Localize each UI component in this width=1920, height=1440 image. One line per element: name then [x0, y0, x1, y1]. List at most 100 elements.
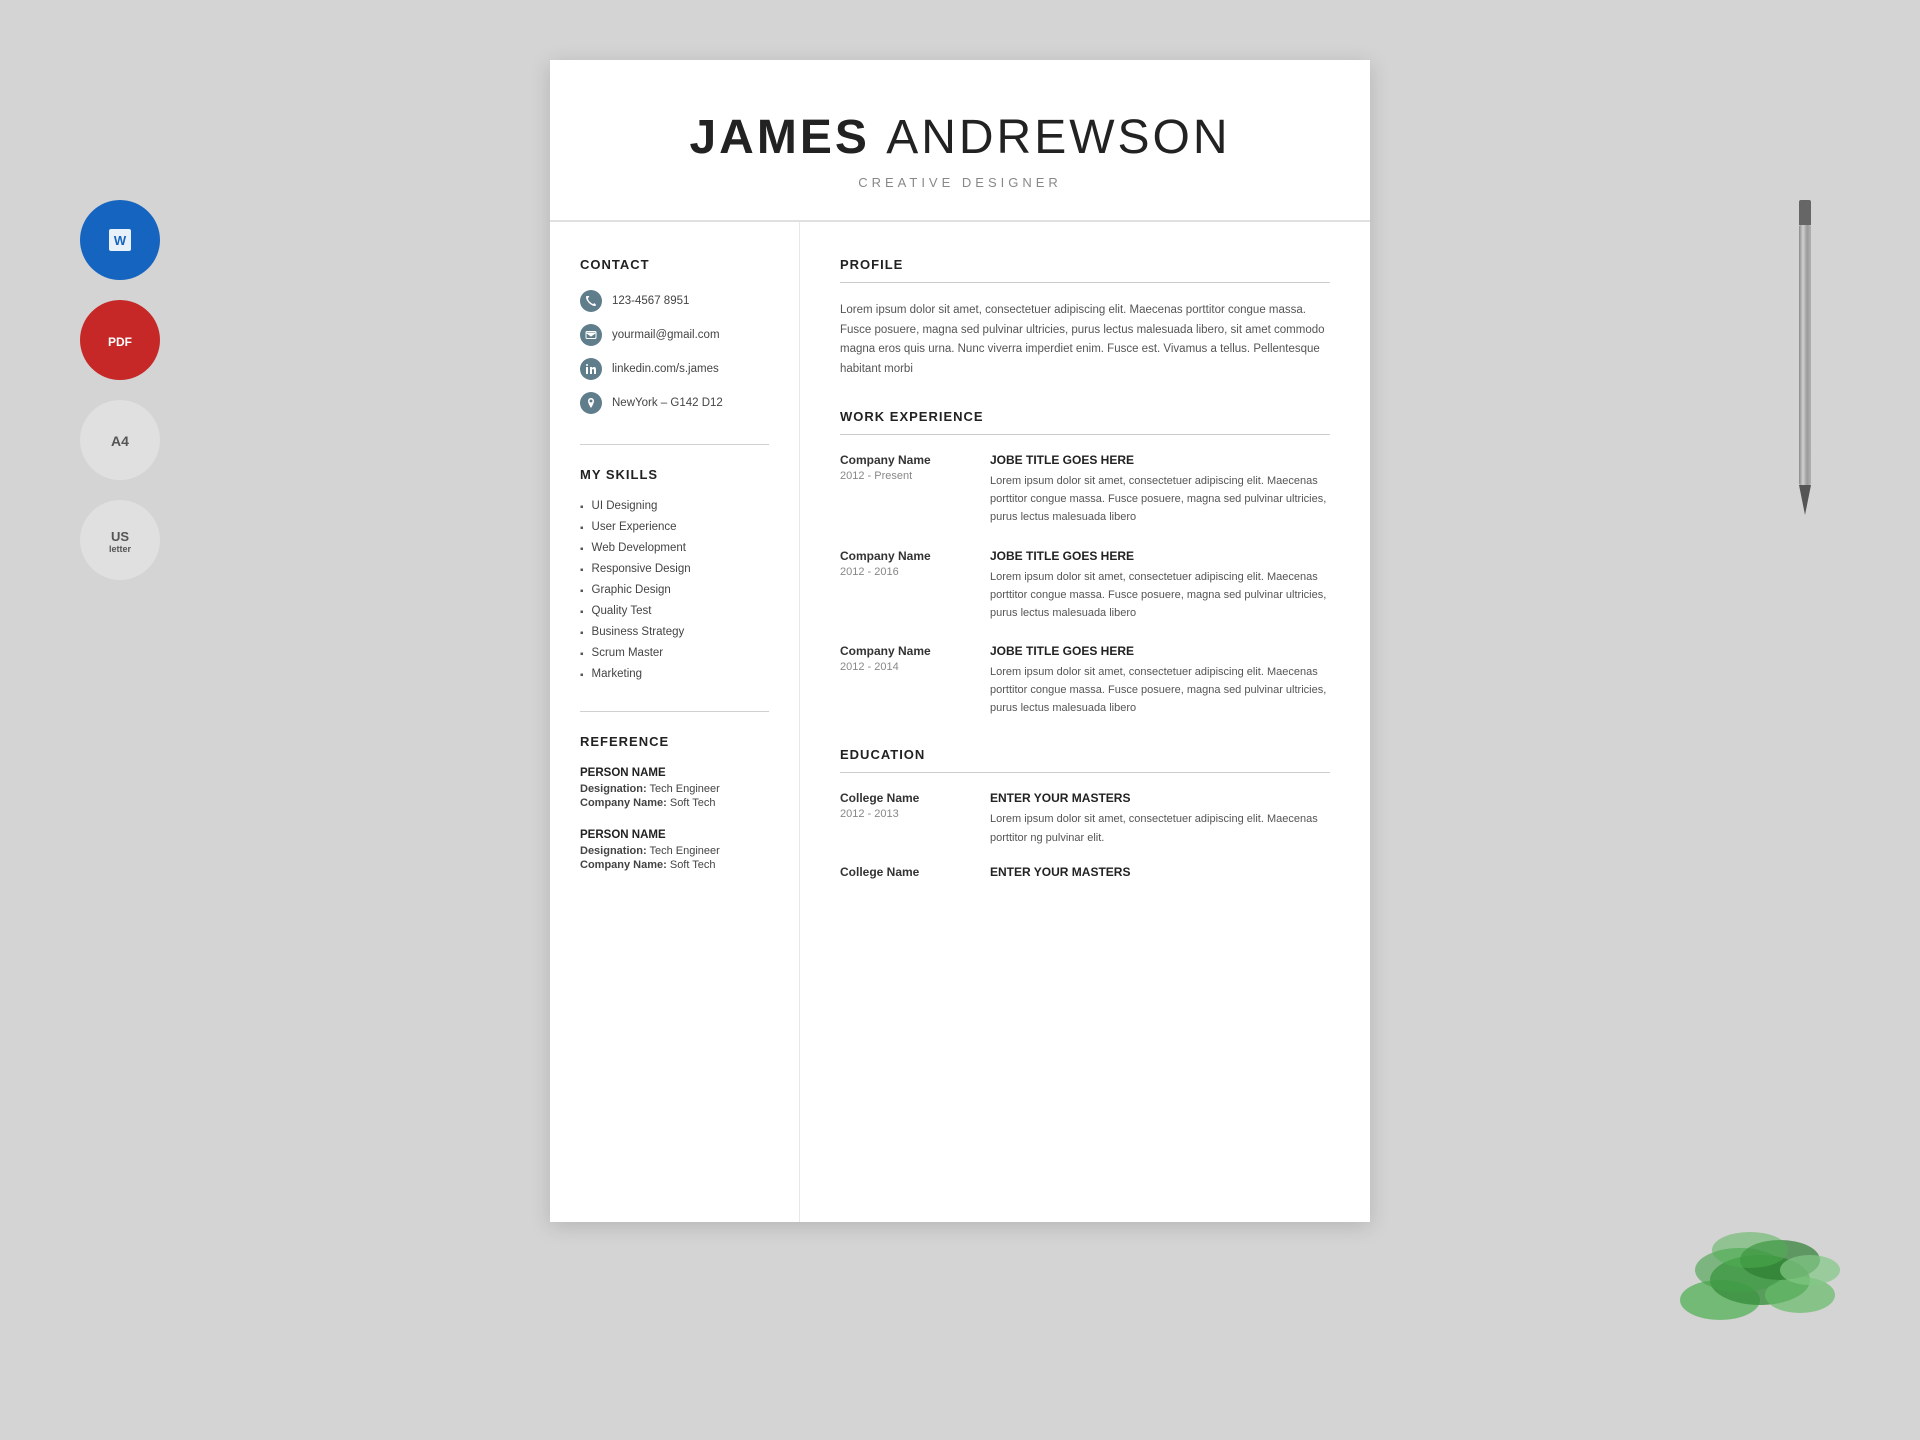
work-item-1: Company Name 2012 - 2016 JOBE TITLE GOES… — [840, 549, 1330, 622]
skill-item: Web Development — [580, 542, 769, 555]
work-item-0: Company Name 2012 - Present JOBE TITLE G… — [840, 453, 1330, 526]
resume-document: JAMES ANDREWSON CREATIVE DESIGNER CONTAC… — [550, 60, 1370, 1222]
svg-text:letter: letter — [109, 544, 132, 554]
work-item-2: Company Name 2012 - 2014 JOBE TITLE GOES… — [840, 644, 1330, 717]
divider-1 — [580, 444, 769, 445]
reference-item-1: PERSON NAME Designation: Tech Engineer C… — [580, 829, 769, 871]
edu-item-0: College Name 2012 - 2013 ENTER YOUR MAST… — [840, 791, 1330, 846]
edu-right-0: ENTER YOUR MASTERS Lorem ipsum dolor sit… — [990, 791, 1330, 846]
phone-text: 123-4567 8951 — [612, 295, 689, 307]
contact-section: CONTACT 123-4567 8951 — [580, 257, 769, 414]
work-date-0: 2012 - Present — [840, 470, 970, 482]
contact-title: CONTACT — [580, 257, 769, 272]
ref-company-1: Company Name: Soft Tech — [580, 859, 769, 871]
edu-degree-0: ENTER YOUR MASTERS — [990, 791, 1330, 805]
skill-item: Marketing — [580, 668, 769, 681]
email-item: yourmail@gmail.com — [580, 324, 769, 346]
skills-title: MY SKILLS — [580, 467, 769, 482]
skill-item: Scrum Master — [580, 647, 769, 660]
resume-header: JAMES ANDREWSON CREATIVE DESIGNER — [550, 60, 1370, 222]
phone-icon — [580, 290, 602, 312]
work-left-0: Company Name 2012 - Present — [840, 453, 970, 526]
edu-degree-1: ENTER YOUR MASTERS — [990, 865, 1330, 879]
skill-item: Graphic Design — [580, 584, 769, 597]
work-title-0: JOBE TITLE GOES HERE — [990, 453, 1330, 467]
skill-item: Business Strategy — [580, 626, 769, 639]
edu-left-0: College Name 2012 - 2013 — [840, 791, 970, 846]
first-name: JAMES — [689, 111, 869, 164]
profile-text: Lorem ipsum dolor sit amet, consectetuer… — [840, 301, 1330, 379]
profile-section: PROFILE Lorem ipsum dolor sit amet, cons… — [840, 257, 1330, 379]
reference-section: REFERENCE PERSON NAME Designation: Tech … — [580, 734, 769, 871]
work-list: Company Name 2012 - Present JOBE TITLE G… — [840, 453, 1330, 717]
work-title-2: JOBE TITLE GOES HERE — [990, 644, 1330, 658]
location-text: NewYork – G142 D12 — [612, 397, 723, 409]
divider-2 — [580, 711, 769, 712]
skill-item: Quality Test — [580, 605, 769, 618]
education-section: EDUCATION College Name 2012 - 2013 ENTER… — [840, 747, 1330, 883]
edu-desc-0: Lorem ipsum dolor sit amet, consectetuer… — [990, 810, 1330, 846]
work-desc-1: Lorem ipsum dolor sit amet, consectetuer… — [990, 568, 1330, 622]
skill-item: User Experience — [580, 521, 769, 534]
svg-text:US: US — [111, 529, 129, 544]
linkedin-icon — [580, 358, 602, 380]
education-divider — [840, 772, 1330, 773]
work-title-1: JOBE TITLE GOES HERE — [990, 549, 1330, 563]
edu-college-1: College Name — [840, 865, 970, 879]
email-icon — [580, 324, 602, 346]
ref-designation-0: Designation: Tech Engineer — [580, 783, 769, 795]
svg-text:A4: A4 — [111, 433, 129, 449]
work-date-1: 2012 - 2016 — [840, 566, 970, 578]
ref-company-0: Company Name: Soft Tech — [580, 797, 769, 809]
pdf-icon[interactable]: PDF — [80, 300, 160, 380]
sidebar: CONTACT 123-4567 8951 — [550, 222, 800, 1222]
side-icons: W PDF A4 US letter — [80, 200, 160, 580]
work-right-1: JOBE TITLE GOES HERE Lorem ipsum dolor s… — [990, 549, 1330, 622]
reference-title: REFERENCE — [580, 734, 769, 749]
ref-name-1: PERSON NAME — [580, 829, 769, 841]
a4-icon: A4 — [80, 400, 160, 480]
work-divider — [840, 434, 1330, 435]
plant-decoration — [1660, 1140, 1860, 1340]
work-section: WORK EXPERIENCE Company Name 2012 - Pres… — [840, 409, 1330, 717]
email-text[interactable]: yourmail@gmail.com — [612, 329, 720, 341]
profile-divider — [840, 282, 1330, 283]
education-list: College Name 2012 - 2013 ENTER YOUR MAST… — [840, 791, 1330, 883]
education-title: EDUCATION — [840, 747, 1330, 762]
ref-designation-1: Designation: Tech Engineer — [580, 845, 769, 857]
pen-decoration — [1790, 200, 1820, 520]
ref-name-0: PERSON NAME — [580, 767, 769, 779]
work-right-0: JOBE TITLE GOES HERE Lorem ipsum dolor s… — [990, 453, 1330, 526]
svg-text:PDF: PDF — [108, 335, 132, 349]
work-company-1: Company Name — [840, 549, 970, 563]
location-icon — [580, 392, 602, 414]
edu-right-1: ENTER YOUR MASTERS — [990, 865, 1330, 884]
skills-section: MY SKILLS UI Designing User Experience Web… — [580, 467, 769, 681]
work-desc-2: Lorem ipsum dolor sit amet, consectetuer… — [990, 663, 1330, 717]
svg-text:W: W — [114, 233, 127, 248]
phone-item: 123-4567 8951 — [580, 290, 769, 312]
work-company-2: Company Name — [840, 644, 970, 658]
resume-body: CONTACT 123-4567 8951 — [550, 222, 1370, 1222]
us-letter-icon: US letter — [80, 500, 160, 580]
main-content: PROFILE Lorem ipsum dolor sit amet, cons… — [800, 222, 1370, 1222]
edu-date-0: 2012 - 2013 — [840, 808, 970, 820]
skill-item: UI Designing — [580, 500, 769, 513]
reference-item-0: PERSON NAME Designation: Tech Engineer C… — [580, 767, 769, 809]
edu-college-0: College Name — [840, 791, 970, 805]
edu-left-1: College Name — [840, 865, 970, 884]
work-left-1: Company Name 2012 - 2016 — [840, 549, 970, 622]
profile-title: PROFILE — [840, 257, 1330, 272]
location-item: NewYork – G142 D12 — [580, 392, 769, 414]
skills-list: UI Designing User Experience Web Developme… — [580, 500, 769, 681]
linkedin-item: linkedin.com/s.james — [580, 358, 769, 380]
work-desc-0: Lorem ipsum dolor sit amet, consectetuer… — [990, 472, 1330, 526]
word-icon[interactable]: W — [80, 200, 160, 280]
work-title: WORK EXPERIENCE — [840, 409, 1330, 424]
work-company-0: Company Name — [840, 453, 970, 467]
linkedin-text: linkedin.com/s.james — [612, 363, 719, 375]
edu-item-1: College Name ENTER YOUR MASTERS — [840, 865, 1330, 884]
work-left-2: Company Name 2012 - 2014 — [840, 644, 970, 717]
last-name: ANDREWSON — [886, 111, 1230, 164]
work-right-2: JOBE TITLE GOES HERE Lorem ipsum dolor s… — [990, 644, 1330, 717]
